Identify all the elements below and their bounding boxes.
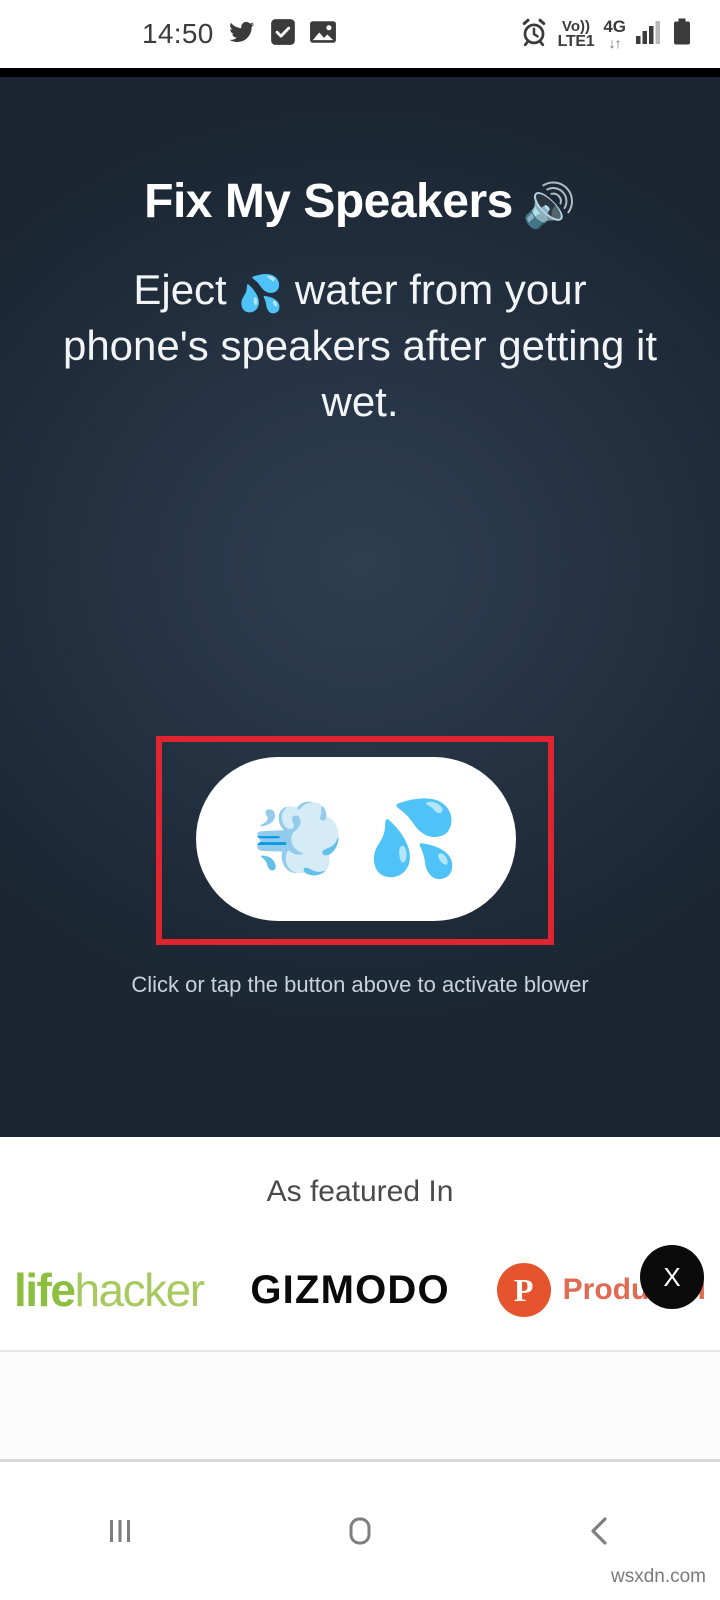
signal-bars-icon xyxy=(635,19,663,50)
network-indicator: 4G ↓↑ xyxy=(603,18,626,50)
page-title-text: Fix My Speakers xyxy=(144,175,513,228)
hero-section: Fix My Speakers 🔊 Eject 💦 water from your… xyxy=(0,77,720,1137)
product-hunt-mark-icon: P xyxy=(496,1263,551,1317)
status-bar-clock: 14:50 xyxy=(142,18,214,49)
lower-band-top-divider xyxy=(0,1350,720,1352)
status-bar: 14:50 Vo)) LTE1 4G ↓↑ xyxy=(0,0,720,68)
status-bar-divider xyxy=(0,68,720,77)
alarm-icon xyxy=(519,17,549,52)
logo-lifehacker-part-a: life xyxy=(14,1264,76,1316)
water-droplets-icon: 💦 xyxy=(367,797,460,880)
task-check-icon xyxy=(270,18,296,51)
nav-home-button[interactable] xyxy=(300,1486,420,1576)
network-type-label: 4G xyxy=(603,17,626,36)
status-bar-right: Vo)) LTE1 4G ↓↑ xyxy=(519,17,692,52)
logo-lifehacker[interactable]: life hacker xyxy=(14,1263,205,1317)
nav-back-button[interactable] xyxy=(540,1486,660,1576)
status-bar-left: 14:50 xyxy=(142,18,337,51)
blower-hint-text: Click or tap the button above to activat… xyxy=(131,972,589,997)
volte-indicator: Vo)) LTE1 xyxy=(558,19,595,50)
home-icon xyxy=(349,1517,371,1545)
as-featured-title: As featured In xyxy=(266,1175,454,1208)
page-title: Fix My Speakers 🔊 xyxy=(0,174,720,231)
hero-subtitle: Eject 💦 water from your phone's speakers… xyxy=(62,262,658,430)
sweat-droplets-icon: 💦 xyxy=(238,273,284,314)
data-transfer-arrows-icon: ↓↑ xyxy=(608,35,622,51)
hero-subtitle-part1: Eject xyxy=(133,266,227,313)
back-chevron-icon xyxy=(591,1517,607,1545)
battery-icon xyxy=(672,18,692,51)
close-ad-button[interactable]: X xyxy=(640,1245,704,1309)
lower-content-band xyxy=(0,1352,720,1460)
activate-blower-button[interactable]: 💨 💦 xyxy=(196,757,516,921)
photo-icon xyxy=(309,19,337,50)
twitter-icon xyxy=(227,19,257,50)
featured-logo-row: life hacker GIZMODO P Product H xyxy=(0,1245,720,1335)
volte-top-label: Vo)) xyxy=(561,17,590,35)
volte-bottom-label: LTE1 xyxy=(557,32,595,50)
logo-lifehacker-part-b: hacker xyxy=(74,1264,205,1316)
logo-gizmodo[interactable]: GIZMODO xyxy=(250,1268,450,1313)
speaker-icon: 🔊 xyxy=(522,182,577,230)
phone-screen: 14:50 Vo)) LTE1 4G ↓↑ Fix My Speakers 🔊 … xyxy=(0,0,720,1600)
nav-recents-button[interactable] xyxy=(60,1486,180,1576)
wind-dash-icon: 💨 xyxy=(252,797,345,880)
recents-icon xyxy=(110,1520,130,1542)
watermark: wsxdn.com xyxy=(610,1566,706,1587)
